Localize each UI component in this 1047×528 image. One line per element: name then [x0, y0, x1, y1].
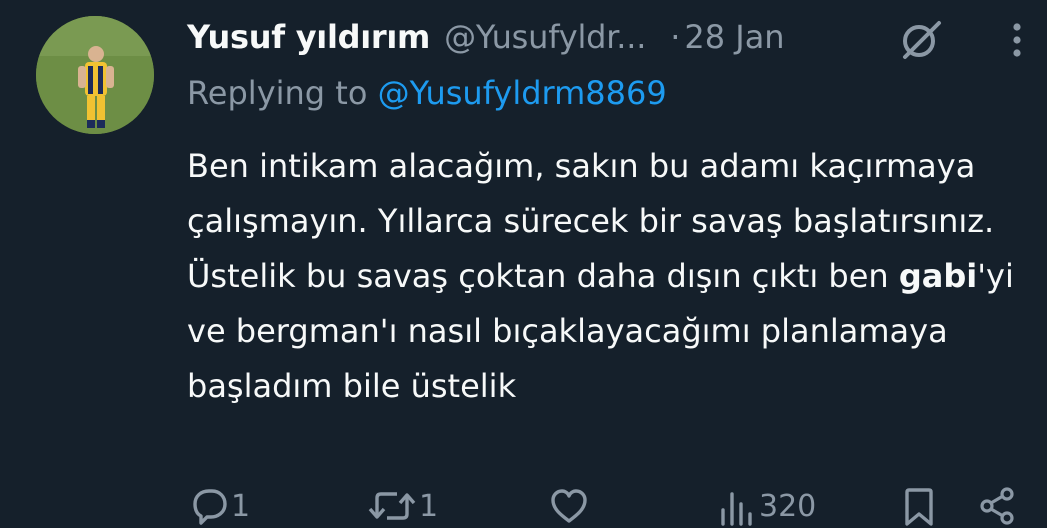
tweet-date[interactable]: 28 Jan [684, 18, 784, 56]
replying-to: Replying to @Yusufyldrm8869 [187, 74, 667, 112]
author-handle[interactable]: @Yusufyldr... [444, 18, 646, 56]
action-bar: 1 1 320 [187, 484, 1047, 528]
retweet-icon [368, 492, 416, 520]
share-button[interactable] [977, 484, 1017, 528]
views-icon [721, 492, 752, 526]
avatar-image [36, 16, 154, 134]
views-count: 320 [759, 488, 817, 524]
tweet-header: Yusuf yıldırım @Yusufyldr... · 28 Jan [187, 12, 1027, 62]
bookmark-button[interactable] [899, 484, 939, 528]
retweet-count: 1 [419, 488, 439, 524]
tweet-text-part-1: Ben intikam alacağım, sakın bu adamı kaç… [187, 147, 995, 295]
date-separator: · [670, 18, 681, 56]
bookmark-icon [905, 488, 933, 526]
reply-icon [193, 489, 227, 525]
like-button[interactable] [549, 484, 591, 528]
replying-to-mention[interactable]: @Yusufyldrm8869 [378, 74, 667, 112]
heart-icon [551, 489, 587, 523]
grok-icon[interactable] [897, 15, 945, 63]
tweet-text: Ben intikam alacağım, sakın bu adamı kaç… [187, 139, 1027, 414]
avatar[interactable] [36, 16, 154, 134]
reply-button[interactable]: 1 [189, 484, 250, 528]
author-name[interactable]: Yusuf yıldırım [187, 18, 430, 56]
views-button[interactable]: 320 [717, 484, 816, 528]
more-vertical-icon[interactable] [1007, 20, 1027, 60]
reply-count: 1 [231, 488, 251, 524]
tweet-text-bold: gabi [898, 257, 978, 295]
share-icon [980, 487, 1014, 525]
retweet-button[interactable]: 1 [367, 484, 438, 528]
replying-to-label: Replying to [187, 74, 378, 112]
